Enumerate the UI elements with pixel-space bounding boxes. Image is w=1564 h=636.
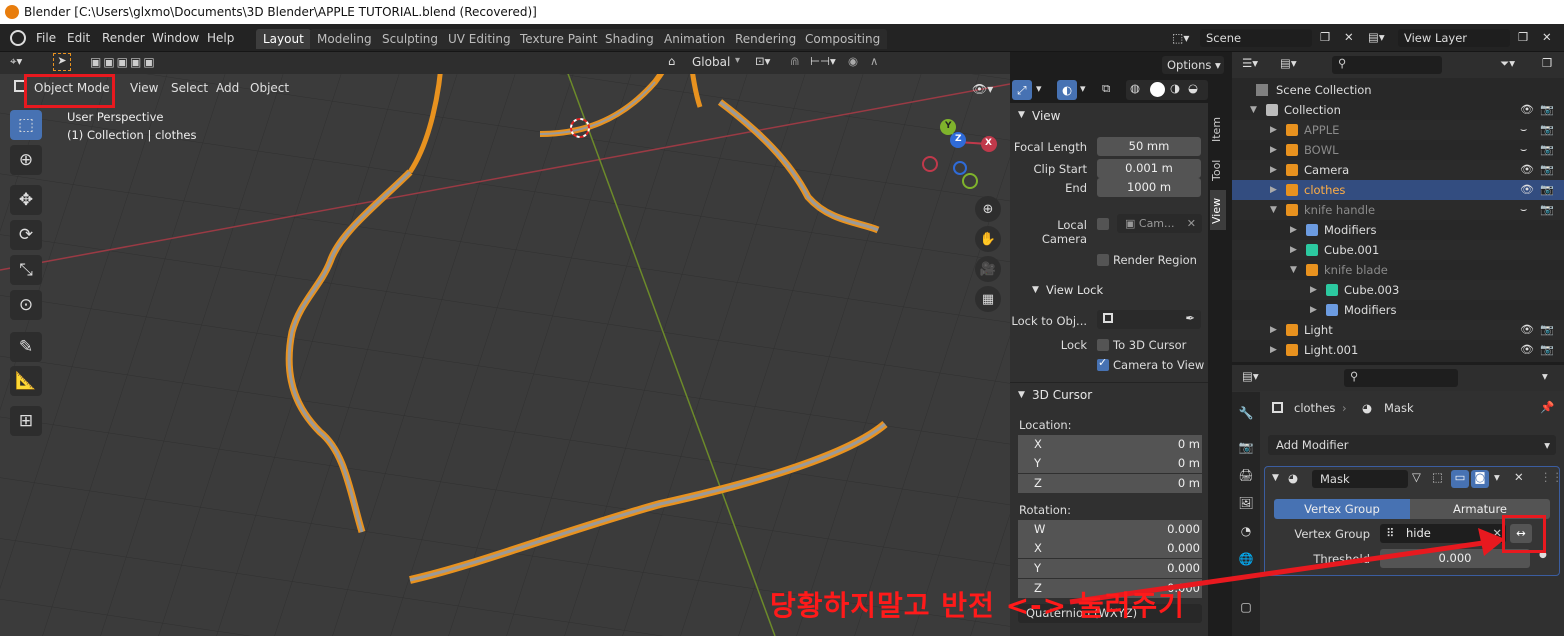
annotation-arrow	[1069, 528, 1505, 605]
annotation-text: 당황하지말고 반전 <-> 눌러주기	[770, 589, 1185, 622]
